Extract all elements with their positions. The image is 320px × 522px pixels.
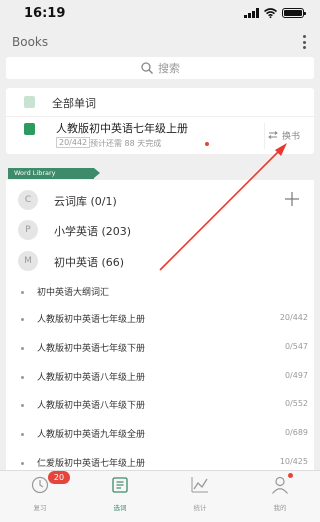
book-title: 人教版初中英语七年级上册 <box>37 315 146 325</box>
book-title: 初中英语大纲词汇 <box>37 288 110 298</box>
status-bar: 16:19 <box>0 0 320 28</box>
tab-bar: 20 复习 选词 统计 我的 <box>0 470 320 522</box>
library-item-label: 初中英语 (66) <box>54 256 125 269</box>
status-icons <box>244 8 306 18</box>
book-title: 人教版初中英语七年级下册 <box>37 344 146 354</box>
add-icon[interactable] <box>284 191 300 207</box>
list-item[interactable]: 初中英语大纲词汇 <box>6 280 314 304</box>
switch-book-button[interactable]: 换书 <box>268 124 312 146</box>
notification-dot <box>288 473 293 478</box>
list-item[interactable]: 人教版初中英语九年级全册 0/689 <box>6 422 314 446</box>
library-item-label: 云词库 (0/1) <box>54 195 117 208</box>
search-icon <box>141 62 153 74</box>
vocab-book-list: 初中英语大纲词汇 人教版初中英语七年级上册 20/442 人教版初中英语七年级下… <box>6 280 314 470</box>
current-book-row[interactable]: 人教版初中英语七年级上册 20/442 预计还需 88 天完成 换书 <box>6 117 314 154</box>
battery-icon <box>282 8 306 18</box>
word-library-tag: Word Library <box>8 168 100 179</box>
bullet-icon <box>21 433 24 436</box>
all-words-label: 全部单词 <box>52 97 96 110</box>
all-words-row[interactable]: 全部单词 <box>6 88 314 116</box>
book-count: 10/425 <box>279 457 308 466</box>
notification-dot <box>205 142 209 146</box>
bullet-icon <box>21 404 24 407</box>
page-title: Books <box>12 35 49 49</box>
book-title: 仁爱版初中英语七年级上册 <box>37 459 146 469</box>
review-count-badge: 20 <box>48 471 70 484</box>
profile-icon <box>272 476 288 494</box>
bookmark-icon <box>24 123 35 135</box>
book-count: 0/552 <box>284 399 308 408</box>
book-title: 人教版初中英语八年级下册 <box>37 401 146 411</box>
search-input[interactable]: 搜索 <box>6 57 314 79</box>
list-item[interactable]: 人教版初中英语八年级下册 0/552 <box>6 393 314 417</box>
list-item[interactable]: 人教版初中英语七年级上册 20/442 <box>6 307 314 331</box>
tab-select-words[interactable]: 选词 <box>80 471 160 522</box>
search-placeholder: 搜索 <box>158 62 180 75</box>
divider <box>264 123 265 149</box>
tab-stats[interactable]: 统计 <box>160 471 240 522</box>
status-time: 16:19 <box>24 6 66 21</box>
tab-profile[interactable]: 我的 <box>240 471 320 522</box>
letter-avatar: M <box>18 251 38 271</box>
bullet-icon <box>21 347 24 350</box>
tab-label: 统计 <box>193 504 207 512</box>
letter-avatar: C <box>18 190 38 210</box>
more-icon <box>302 35 306 38</box>
bullet-icon <box>21 376 24 379</box>
book-count: 0/497 <box>284 371 308 380</box>
book-title: 人教版初中英语八年级上册 <box>37 373 146 383</box>
book-count: 20/442 <box>279 313 308 322</box>
current-book-title: 人教版初中英语七年级上册 <box>56 122 188 135</box>
tab-label: 选词 <box>113 504 127 512</box>
swap-icon <box>268 131 278 139</box>
book-title: 人教版初中英语九年级全册 <box>37 430 146 440</box>
bullet-icon <box>21 318 24 321</box>
tab-review[interactable]: 20 复习 <box>0 471 80 522</box>
estimate-text: 预计还需 88 天完成 <box>90 139 162 148</box>
book-card: 全部单词 人教版初中英语七年级上册 20/442 预计还需 88 天完成 换书 <box>6 88 314 154</box>
book-count: 0/547 <box>284 342 308 351</box>
bullet-icon <box>21 462 24 465</box>
books-icon <box>112 477 128 493</box>
list-item[interactable]: 人教版初中英语八年级上册 0/497 <box>6 365 314 389</box>
list-item[interactable]: 人教版初中英语七年级下册 0/547 <box>6 336 314 360</box>
signal-icon <box>244 8 259 18</box>
tab-label: 我的 <box>273 504 287 512</box>
library-item-middle[interactable]: M 初中英语 (66) <box>6 246 314 276</box>
library-item-primary[interactable]: P 小学英语 (203) <box>6 215 314 245</box>
letter-avatar: P <box>18 220 38 240</box>
book-icon <box>24 96 35 108</box>
wifi-icon <box>264 8 277 18</box>
library-list: C 云词库 (0/1) P 小学英语 (203) M 初中英语 (66) <box>6 180 314 280</box>
library-item-cloud[interactable]: C 云词库 (0/1) <box>6 185 314 215</box>
progress-badge: 20/442 <box>56 137 91 148</box>
chart-icon <box>191 477 208 493</box>
switch-book-label: 换书 <box>282 131 301 142</box>
review-clock-icon <box>31 476 49 494</box>
tab-label: 复习 <box>33 504 47 512</box>
bullet-icon <box>21 291 24 294</box>
book-count: 0/689 <box>284 428 308 437</box>
header: Books <box>0 30 320 56</box>
library-item-label: 小学英语 (203) <box>54 225 132 238</box>
more-options-button[interactable] <box>300 35 308 49</box>
